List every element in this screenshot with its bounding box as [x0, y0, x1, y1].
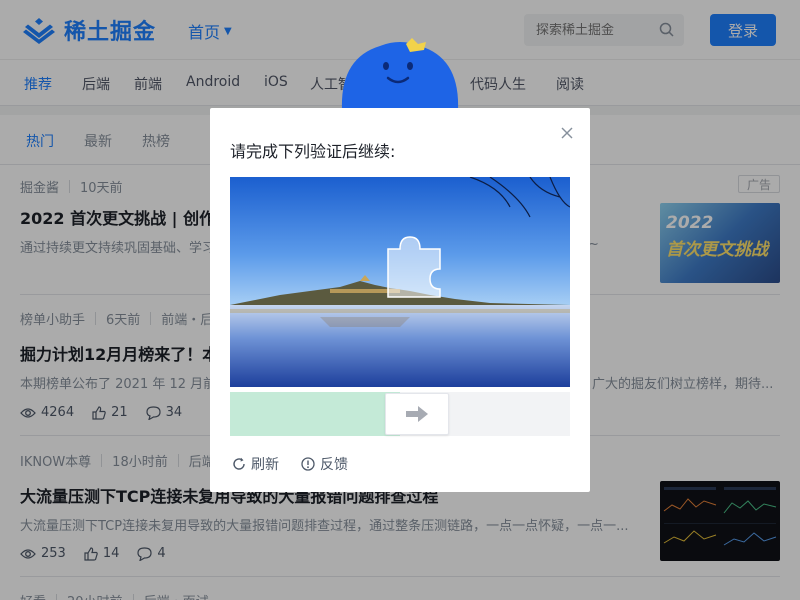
captcha-puzzle-image — [230, 177, 570, 387]
refresh-icon — [233, 457, 245, 470]
feedback-label: 反馈 — [320, 457, 348, 473]
feedback-button[interactable]: 反馈 — [301, 454, 348, 474]
arrow-right-icon — [406, 406, 428, 422]
captcha-slider-track[interactable] — [230, 392, 570, 436]
close-icon[interactable] — [560, 126, 574, 140]
captcha-slider-handle[interactable] — [385, 393, 449, 435]
refresh-button[interactable]: 刷新 — [232, 454, 279, 474]
captcha-actions: 刷新 反馈 — [232, 454, 370, 474]
info-circle-icon — [301, 457, 315, 471]
captcha-title: 请完成下列验证后继续: — [230, 142, 396, 161]
captcha-slider-progress — [230, 392, 400, 436]
captcha-dialog: 请完成下列验证后继续: 刷新 反馈 — [210, 108, 590, 492]
puzzle-landscape — [230, 177, 570, 387]
mascot-illustration — [341, 38, 459, 110]
refresh-label: 刷新 — [251, 457, 279, 473]
